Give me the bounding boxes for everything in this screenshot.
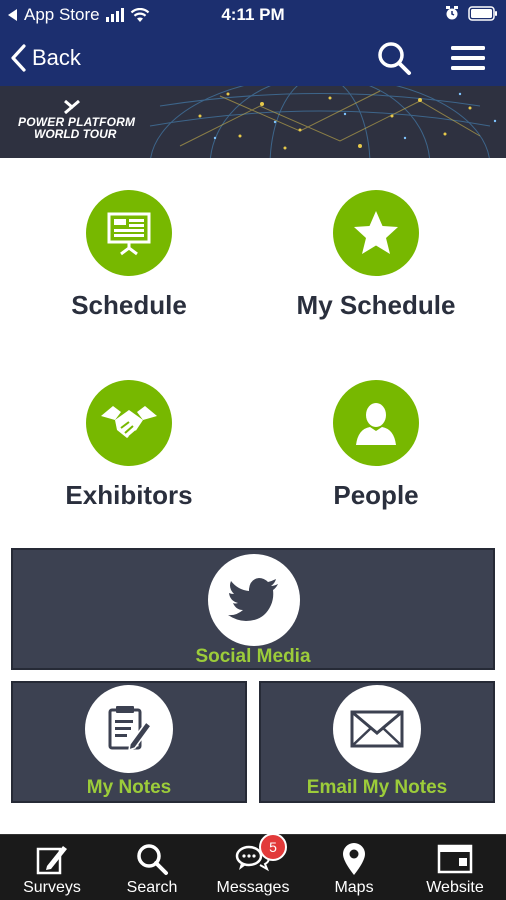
tile-label: My Schedule xyxy=(296,290,456,320)
tab-label: Website xyxy=(426,879,484,896)
power-platform-logo-icon xyxy=(64,100,80,114)
search-button[interactable] xyxy=(374,38,414,78)
chevron-left-icon xyxy=(11,44,26,72)
tile-exhibitors[interactable]: Exhibitors xyxy=(9,376,249,536)
handshake-icon xyxy=(86,380,172,466)
notepad-pencil-icon xyxy=(85,685,173,773)
tile-people[interactable]: People xyxy=(256,376,496,536)
event-banner: POWER PLATFORM WORLD TOUR xyxy=(0,86,506,158)
tab-label: Messages xyxy=(216,879,290,896)
my-notes-label: My Notes xyxy=(86,777,172,798)
tab-label: Surveys xyxy=(23,879,81,896)
person-icon xyxy=(333,380,419,466)
event-logo: POWER PLATFORM WORLD TOUR xyxy=(18,116,135,140)
envelope-icon xyxy=(333,685,421,773)
chat-bubbles-icon xyxy=(203,841,303,877)
my-notes-card[interactable]: My Notes xyxy=(11,681,247,803)
tile-schedule[interactable]: Schedule xyxy=(9,186,249,346)
tab-messages[interactable]: 5 Messages xyxy=(203,833,303,900)
tab-maps[interactable]: Maps xyxy=(304,835,404,900)
tile-label: People xyxy=(333,480,419,510)
browser-window-icon xyxy=(405,841,505,877)
star-icon xyxy=(333,190,419,276)
alarm-icon xyxy=(446,6,458,20)
tab-label: Search xyxy=(126,879,178,896)
battery-icon xyxy=(468,5,497,21)
twitter-bird-icon xyxy=(208,554,300,646)
email-my-notes-label: Email My Notes xyxy=(306,777,448,798)
tab-search[interactable]: Search xyxy=(102,835,202,900)
map-pin-icon xyxy=(304,841,404,877)
tile-label: Schedule xyxy=(71,290,187,320)
logo-line-2: WORLD TOUR xyxy=(34,127,117,141)
back-label: Back xyxy=(32,45,81,70)
back-button[interactable]: Back xyxy=(10,38,81,78)
email-my-notes-card[interactable]: Email My Notes xyxy=(259,681,495,803)
tab-website[interactable]: Website xyxy=(405,835,505,900)
menu-button[interactable] xyxy=(448,38,488,78)
social-media-label: Social Media xyxy=(195,646,311,667)
tab-surveys[interactable]: Surveys xyxy=(2,835,102,900)
tile-my-schedule[interactable]: My Schedule xyxy=(256,186,496,346)
clock: 4:11 PM xyxy=(221,5,285,24)
social-media-card[interactable]: Social Media xyxy=(11,548,495,670)
status-bar: App Store 4:11 PM xyxy=(0,0,506,30)
tile-label: Exhibitors xyxy=(65,480,193,510)
presentation-board-icon xyxy=(86,190,172,276)
tab-label: Maps xyxy=(334,879,374,896)
nav-bar: Back xyxy=(0,30,506,86)
search-icon xyxy=(378,42,411,75)
bottom-tab-bar: Surveys Search 5 Messages Maps Website xyxy=(0,833,506,900)
hamburger-menu-icon xyxy=(451,46,485,70)
survey-pencil-icon xyxy=(2,841,102,877)
search-icon xyxy=(102,841,202,877)
messages-badge: 5 xyxy=(259,833,287,861)
